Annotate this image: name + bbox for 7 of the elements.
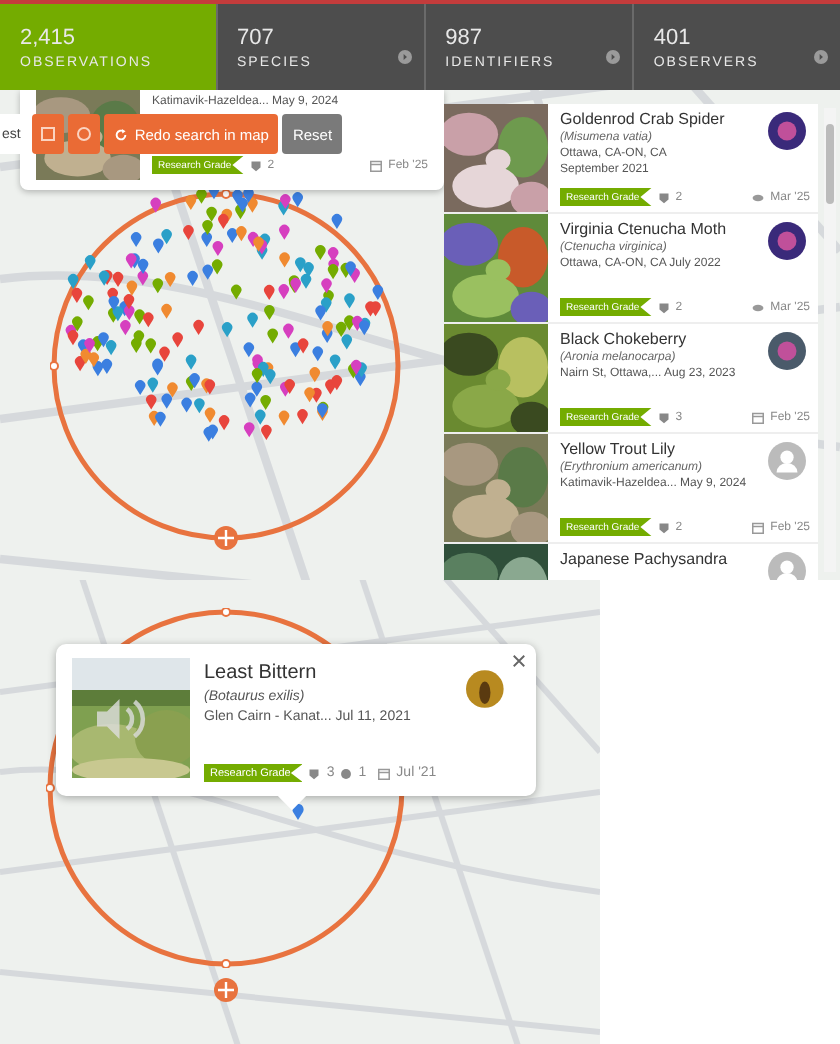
arrow-right-icon[interactable] xyxy=(813,50,828,64)
stat-count: 707 xyxy=(237,25,276,49)
arrow-right-icon[interactable] xyxy=(397,50,412,64)
arrow-right-icon[interactable] xyxy=(605,50,620,64)
stat-count: 2,415 xyxy=(20,25,78,49)
stat-count: 987 xyxy=(445,25,485,49)
stat-count: 401 xyxy=(653,25,693,49)
